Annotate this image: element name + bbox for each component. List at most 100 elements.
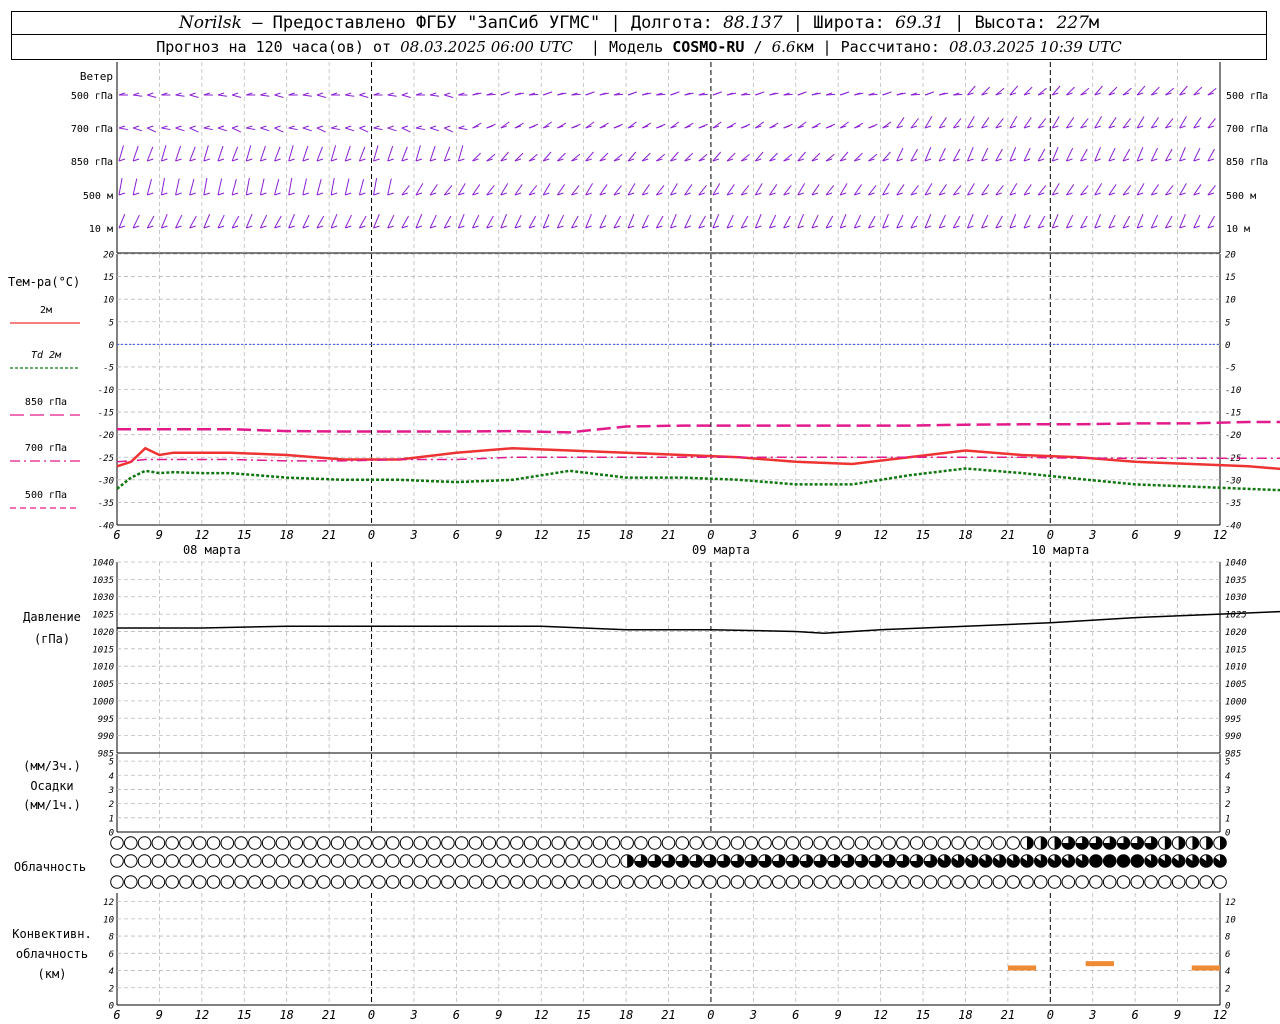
wind-barb-flag	[132, 92, 140, 96]
cloud-cell-ring	[1020, 875, 1034, 889]
cloud-cell-ring	[385, 875, 400, 889]
wind-barb	[571, 92, 581, 96]
wind-barb	[542, 214, 550, 229]
cloud-cell	[1089, 854, 1103, 868]
wind-barb	[613, 185, 622, 196]
cloud-cell	[606, 836, 621, 850]
wind-barb	[585, 183, 593, 196]
precip-unit-top: (мм/3ч.)	[23, 759, 81, 773]
wind-barb	[160, 214, 168, 229]
cloud-cell	[330, 875, 345, 889]
convective-xtick-label: 0	[368, 1008, 375, 1022]
wind-barb	[684, 214, 692, 229]
wind-barb	[740, 185, 750, 196]
temp-ytick-label-left: 15	[103, 273, 114, 283]
wind-barb	[500, 183, 509, 196]
cloud-cell	[730, 854, 745, 868]
cloud-cell-ring	[330, 875, 345, 889]
cloud-cell-ring	[192, 854, 207, 868]
cloud-cell-ring	[220, 854, 235, 868]
cloud-cell	[220, 854, 235, 868]
cloud-cell-ring	[275, 875, 290, 889]
wind-barb-staff	[260, 94, 270, 97]
wind-barb	[1108, 214, 1116, 229]
wind-barb-staff	[146, 178, 152, 196]
wind-barb	[656, 92, 666, 96]
cloud-cell	[799, 875, 814, 889]
wind-barb-staff	[387, 94, 397, 97]
wind-barb	[1023, 117, 1032, 129]
wind-barb	[896, 214, 904, 229]
cloud-cell-ring	[592, 854, 607, 868]
wind-barb	[358, 178, 366, 196]
wind-barb-staff	[217, 94, 228, 97]
cloud-cell-ring	[261, 854, 276, 868]
wind-barb	[472, 92, 482, 96]
wind-barb-flag	[118, 125, 126, 129]
wind-barb	[981, 214, 989, 229]
wind-barb-staff	[429, 145, 436, 162]
wind-barb	[924, 91, 935, 96]
wind-barb	[217, 145, 225, 162]
wind-barb	[387, 145, 394, 162]
wind-barb-flag	[543, 92, 550, 96]
wind-barb-flag	[345, 125, 352, 129]
wind-barb	[189, 92, 199, 98]
cloud-cell	[923, 875, 938, 889]
wind-barb	[1051, 85, 1061, 96]
wind-barb-flag	[316, 92, 324, 96]
wind-barb-flag	[217, 92, 225, 96]
wind-barb-flag	[387, 92, 394, 96]
cloud-cell-ring	[923, 836, 938, 850]
cloud-cell-ring	[234, 836, 248, 850]
cloud-cell	[854, 875, 869, 889]
wind-barb	[910, 215, 919, 229]
cloud-cell-fill	[1117, 854, 1130, 868]
cloud-cell	[675, 854, 690, 868]
wind-barb-flag	[288, 125, 295, 129]
temp-legend-label: 2м	[40, 305, 52, 316]
cloud-cell-ring	[578, 836, 593, 850]
cloud-cell	[730, 836, 745, 850]
wind-barb	[1009, 147, 1017, 162]
wind-barb	[359, 92, 369, 98]
precip-ytick-label-left: 1	[109, 814, 114, 824]
wind-barb	[528, 92, 539, 96]
cloud-cell	[1061, 875, 1076, 889]
cloud-cell	[634, 836, 648, 850]
wind-barb	[132, 214, 140, 229]
cloud-cell	[716, 875, 731, 889]
wind-barb	[415, 145, 423, 162]
wind-barb	[769, 184, 778, 196]
wind-barb-staff	[444, 94, 454, 98]
wind-barb	[401, 125, 411, 133]
pressure-ytick-label-right: 1025	[1225, 611, 1247, 621]
cloud-cell-ring	[978, 836, 993, 850]
cloud-cell-ring	[1075, 875, 1089, 889]
cloud-cell	[151, 854, 166, 868]
wind-barb	[274, 178, 281, 196]
cloud-cell	[1171, 836, 1186, 850]
wind-barb-staff	[246, 127, 256, 131]
temp-legend-item: 500 гПа	[10, 490, 80, 509]
convective-xtick-label: 12	[1213, 1008, 1227, 1022]
wind-barb-staff	[344, 178, 350, 196]
cloud-cell	[192, 836, 207, 850]
wind-barb	[938, 117, 947, 129]
wind-barb	[811, 152, 821, 162]
wind-barb-staff	[330, 145, 337, 162]
cloud-cell	[137, 875, 152, 889]
cloud-cell	[110, 854, 124, 868]
cloud-cell	[496, 854, 510, 868]
temp-ytick-label-left: -20	[98, 431, 114, 441]
wind-barb-staff	[302, 145, 309, 162]
wind-barb	[387, 214, 395, 229]
wind-barb-flag	[274, 92, 281, 96]
wind-barb	[1009, 214, 1017, 229]
wind-barb	[259, 178, 267, 196]
wind-barb-staff	[288, 177, 293, 196]
convective-ytick-label-right: 10	[1225, 915, 1236, 925]
cloud-cell	[772, 875, 786, 889]
wind-barb-staff	[133, 94, 143, 97]
wind-barb	[429, 92, 440, 97]
